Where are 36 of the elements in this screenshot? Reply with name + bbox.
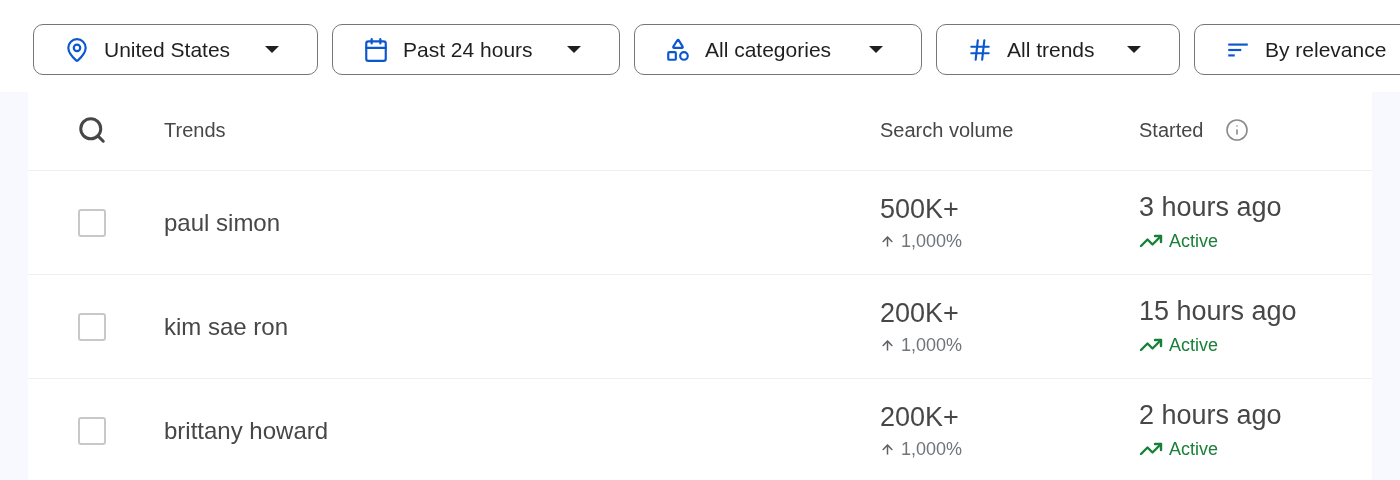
filter-dropdown[interactable]: United States bbox=[33, 24, 318, 75]
trend-name: paul simon bbox=[164, 208, 282, 237]
hash-icon bbox=[967, 36, 993, 63]
search-volume: 200K+ bbox=[880, 297, 960, 329]
started-time: 2 hours ago bbox=[1139, 400, 1283, 431]
filter-dropdown[interactable]: All trends bbox=[936, 24, 1180, 75]
started-time: 3 hours ago bbox=[1139, 192, 1283, 223]
volume-change: 1,000% bbox=[901, 438, 963, 460]
calendar-icon bbox=[363, 36, 389, 63]
shapes-icon bbox=[665, 36, 691, 63]
filter-dropdown[interactable]: Past 24 hours bbox=[332, 24, 620, 75]
trend-name: kim sae ron bbox=[164, 312, 290, 341]
info-icon[interactable] bbox=[1225, 118, 1250, 142]
caret-icon bbox=[567, 45, 581, 54]
trend-name: brittany howard bbox=[164, 416, 330, 445]
caret-icon bbox=[265, 45, 279, 54]
started-time: 15 hours ago bbox=[1139, 296, 1298, 327]
trend-status: Active bbox=[1169, 334, 1219, 356]
row-checkbox[interactable] bbox=[78, 208, 106, 237]
search-icon[interactable] bbox=[77, 115, 107, 145]
caret-icon bbox=[869, 45, 883, 54]
filter-dropdown[interactable]: All categories bbox=[634, 24, 922, 75]
trend-status: Active bbox=[1169, 438, 1219, 460]
column-header: Search volume bbox=[880, 118, 1015, 142]
column-header: Trends bbox=[164, 118, 227, 142]
column-header: Started bbox=[1139, 118, 1204, 142]
volume-change: 1,000% bbox=[901, 334, 963, 356]
caret-icon bbox=[1127, 45, 1141, 54]
row-checkbox[interactable] bbox=[78, 312, 106, 341]
search-volume: 500K+ bbox=[880, 193, 960, 225]
filter-dropdown[interactable]: By relevance bbox=[1194, 24, 1400, 75]
volume-change: 1,000% bbox=[901, 230, 963, 252]
trend-status: Active bbox=[1169, 230, 1219, 252]
search-volume: 200K+ bbox=[880, 401, 960, 433]
location-pin-icon bbox=[64, 36, 90, 63]
row-checkbox[interactable] bbox=[78, 416, 106, 445]
